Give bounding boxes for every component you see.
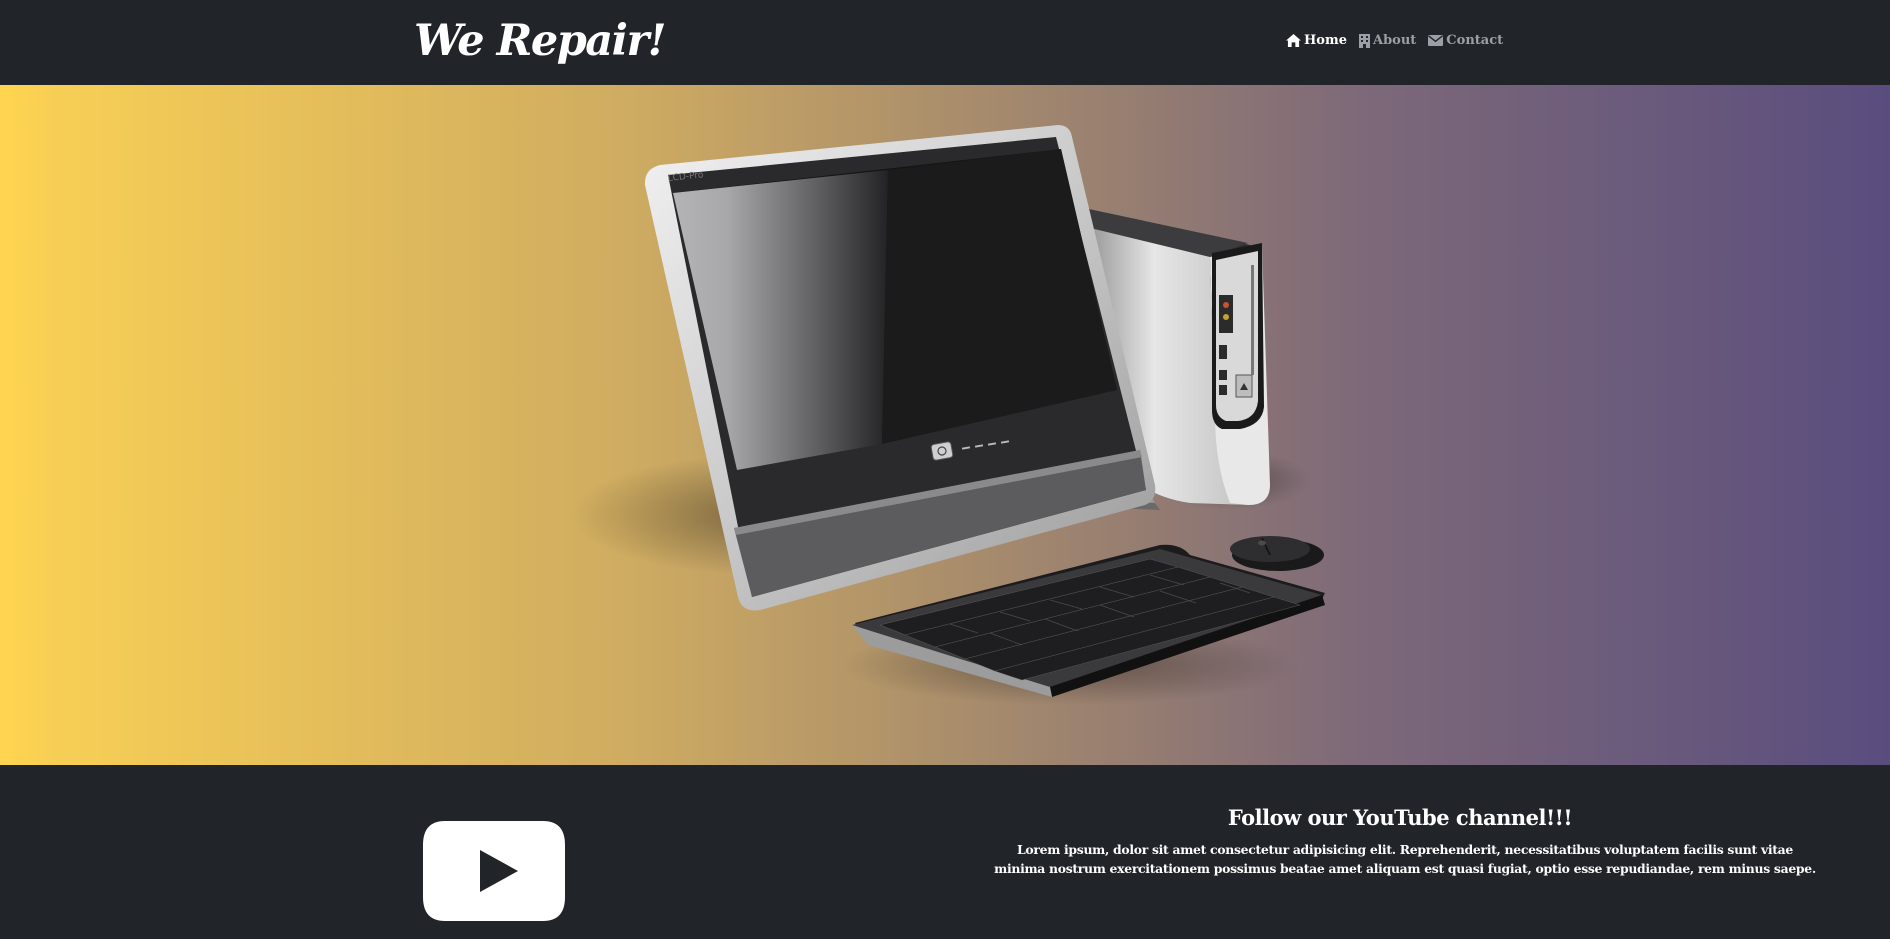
nav-about-link[interactable]: About [1358,33,1417,48]
home-icon [1286,34,1301,47]
youtube-play-icon[interactable] [423,821,565,921]
building-icon [1358,33,1370,48]
nav-contact-label: Contact [1446,33,1504,48]
main-nav: Home About Contact [1286,33,1515,48]
youtube-section: Follow our YouTube channel!!! Lorem ipsu… [0,765,1890,939]
nav-home-label: Home [1304,33,1347,48]
hero-banner: LCD-Pro [0,85,1890,765]
nav-about-label: About [1372,33,1417,48]
brand-logo-text[interactable]: We Repair! [414,16,667,66]
desktop-computer-illustration: LCD-Pro [570,125,1325,705]
youtube-title: Follow our YouTube channel!!! [1227,805,1573,830]
nav-contact-link[interactable]: Contact [1428,33,1503,48]
envelope-icon [1428,35,1444,46]
youtube-description: Lorem ipsum, dolor sit amet consectetur … [994,842,1816,876]
navbar: We Repair! Home About Contact [0,0,1890,85]
nav-home-link[interactable]: Home [1286,33,1347,48]
